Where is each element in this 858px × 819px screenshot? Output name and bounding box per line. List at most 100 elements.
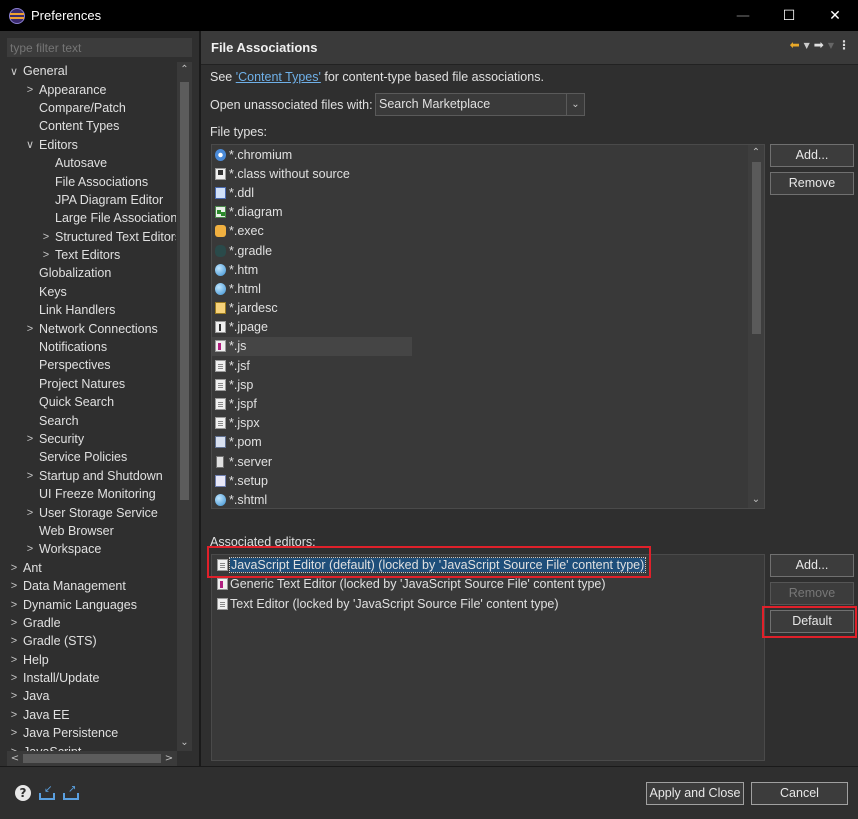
sidebar-item-content-types[interactable]: Content Types	[7, 117, 176, 135]
file-type-row[interactable]: *.jsp	[212, 375, 412, 394]
back-arrow-icon[interactable]: ⬅	[790, 38, 800, 52]
file-type-row[interactable]: *.exec	[212, 222, 412, 241]
cancel-button[interactable]: Cancel	[751, 782, 848, 805]
sidebar-item-globalization[interactable]: Globalization	[7, 264, 176, 282]
sidebar-item-general[interactable]: ∨ General	[7, 62, 176, 80]
chevron-right-icon[interactable]: >	[23, 84, 37, 96]
forward-arrow-icon[interactable]: ➡	[814, 38, 824, 52]
chevron-right-icon[interactable]: >	[7, 562, 21, 574]
sidebar-item-workspace[interactable]: > Workspace	[7, 540, 176, 558]
sidebar-item-dynamic-languages[interactable]: > Dynamic Languages	[7, 595, 176, 613]
sidebar-item-ui-freeze-monitoring[interactable]: UI Freeze Monitoring	[7, 485, 176, 503]
file-type-row[interactable]: *.class without source	[212, 164, 412, 183]
file-type-row[interactable]: *.setup	[212, 471, 412, 490]
file-type-row[interactable]: *.jardesc	[212, 299, 412, 318]
scroll-left-icon[interactable]: <	[7, 751, 23, 766]
sidebar-item-web-browser[interactable]: Web Browser	[7, 522, 176, 540]
open-unassociated-select[interactable]: Search Marketplace ⌄	[375, 93, 585, 116]
file-type-row[interactable]: *.diagram	[212, 203, 412, 222]
back-dropdown-icon[interactable]: ▼	[804, 41, 810, 50]
add-file-type-button[interactable]: Add...	[770, 144, 854, 167]
sidebar-item-startup-and-shutdown[interactable]: > Startup and Shutdown	[7, 467, 176, 485]
file-type-row[interactable]: *.shtml	[212, 490, 412, 508]
file-type-row[interactable]: *.jspx	[212, 414, 412, 433]
remove-editor-button[interactable]: Remove	[770, 582, 854, 605]
chevron-right-icon[interactable]: >	[7, 690, 21, 702]
sidebar-item-appearance[interactable]: > Appearance	[7, 80, 176, 98]
close-button[interactable]: ✕	[812, 0, 858, 31]
file-type-row[interactable]: *.server	[212, 452, 412, 471]
sidebar-item-java-ee[interactable]: > Java EE	[7, 706, 176, 724]
sidebar-item-structured-text-editors[interactable]: > Structured Text Editors	[7, 228, 176, 246]
sidebar-item-install-update[interactable]: > Install/Update	[7, 669, 176, 687]
sidebar-item-ant[interactable]: > Ant	[7, 559, 176, 577]
chevron-right-icon[interactable]: >	[7, 617, 21, 629]
sidebar-item-compare-patch[interactable]: Compare/Patch	[7, 99, 176, 117]
sidebar-item-java[interactable]: > Java	[7, 687, 176, 705]
chevron-right-icon[interactable]: >	[7, 654, 21, 666]
sidebar-item-text-editors[interactable]: > Text Editors	[7, 246, 176, 264]
chevron-right-icon[interactable]: >	[7, 599, 21, 611]
tree-vertical-scrollbar[interactable]: ⌃ ⌄	[177, 62, 192, 751]
file-type-row[interactable]: *.pom	[212, 433, 412, 452]
chevron-right-icon[interactable]: >	[7, 709, 21, 721]
sidebar-item-security[interactable]: > Security	[7, 430, 176, 448]
scroll-up-icon[interactable]: ⌃	[748, 145, 764, 161]
sidebar-item-link-handlers[interactable]: Link Handlers	[7, 301, 176, 319]
sidebar-item-help[interactable]: > Help	[7, 651, 176, 669]
sidebar-item-project-natures[interactable]: Project Natures	[7, 375, 176, 393]
sidebar-item-service-policies[interactable]: Service Policies	[7, 448, 176, 466]
chevron-right-icon[interactable]: >	[7, 635, 21, 647]
sidebar-item-file-associations[interactable]: File Associations	[7, 172, 176, 190]
file-types-scrollbar[interactable]: ⌃ ⌄	[748, 145, 764, 508]
scroll-thumb[interactable]	[23, 754, 161, 763]
export-icon[interactable]: ↗	[62, 785, 80, 801]
associated-editors-list[interactable]: JavaScript Editor (default) (locked by '…	[211, 554, 765, 761]
file-type-row[interactable]: *.ddl	[212, 183, 412, 202]
sidebar-item-autosave[interactable]: Autosave	[7, 154, 176, 172]
sidebar-item-keys[interactable]: Keys	[7, 283, 176, 301]
content-types-link[interactable]: 'Content Types'	[236, 70, 321, 84]
chevron-down-icon[interactable]: ⌄	[566, 94, 584, 115]
sidebar-item-gradle[interactable]: > Gradle	[7, 614, 176, 632]
sidebar-item-editors[interactable]: ∨ Editors	[7, 136, 176, 154]
chevron-right-icon[interactable]: >	[39, 249, 53, 261]
chevron-right-icon[interactable]: >	[7, 580, 21, 592]
minimize-button[interactable]: —	[720, 0, 766, 31]
sidebar-item-perspectives[interactable]: Perspectives	[7, 356, 176, 374]
chevron-right-icon[interactable]: >	[7, 727, 21, 739]
file-type-row[interactable]: *.jspf	[212, 394, 412, 413]
file-type-row[interactable]: *.jsf	[212, 356, 412, 375]
sidebar-item-network-connections[interactable]: > Network Connections	[7, 319, 176, 337]
sidebar-item-data-management[interactable]: > Data Management	[7, 577, 176, 595]
scroll-right-icon[interactable]: >	[161, 751, 177, 766]
add-editor-button[interactable]: Add...	[770, 554, 854, 577]
sidebar-item-java-persistence[interactable]: > Java Persistence	[7, 724, 176, 742]
scroll-up-icon[interactable]: ⌃	[177, 62, 192, 78]
chevron-down-icon[interactable]: ∨	[7, 65, 21, 78]
file-type-row[interactable]: *.gradle	[212, 241, 412, 260]
chevron-right-icon[interactable]: >	[7, 672, 21, 684]
file-type-row[interactable]: *.htm	[212, 260, 412, 279]
sidebar-item-search[interactable]: Search	[7, 411, 176, 429]
chevron-down-icon[interactable]: ∨	[23, 138, 37, 151]
sidebar-item-javascript[interactable]: >JavaScript	[7, 742, 176, 751]
chevron-right-icon[interactable]: >	[23, 470, 37, 482]
file-type-row[interactable]: *.js	[212, 336, 412, 357]
tree-horizontal-scrollbar[interactable]: < >	[7, 751, 177, 766]
scroll-thumb[interactable]	[180, 82, 189, 500]
import-icon[interactable]: ↙	[38, 785, 56, 801]
apply-and-close-button[interactable]: Apply and Close	[646, 782, 744, 805]
chevron-right-icon[interactable]: >	[23, 323, 37, 335]
file-type-row[interactable]: *.jpage	[212, 318, 412, 337]
scroll-down-icon[interactable]: ⌄	[748, 492, 764, 508]
scroll-down-icon[interactable]: ⌄	[177, 735, 192, 751]
help-icon[interactable]: ?	[15, 785, 31, 801]
chevron-right-icon[interactable]: >	[23, 507, 37, 519]
forward-dropdown-icon[interactable]: ▼	[828, 41, 834, 50]
scroll-thumb[interactable]	[752, 162, 761, 334]
editor-row[interactable]: Text Editor (locked by 'JavaScript Sourc…	[212, 594, 764, 614]
sidebar-item-jpa-diagram-editor[interactable]: JPA Diagram Editor	[7, 191, 176, 209]
file-types-list[interactable]: *.chromium *.class without source *.ddl *.d…	[211, 144, 765, 509]
sidebar-item-notifications[interactable]: Notifications	[7, 338, 176, 356]
